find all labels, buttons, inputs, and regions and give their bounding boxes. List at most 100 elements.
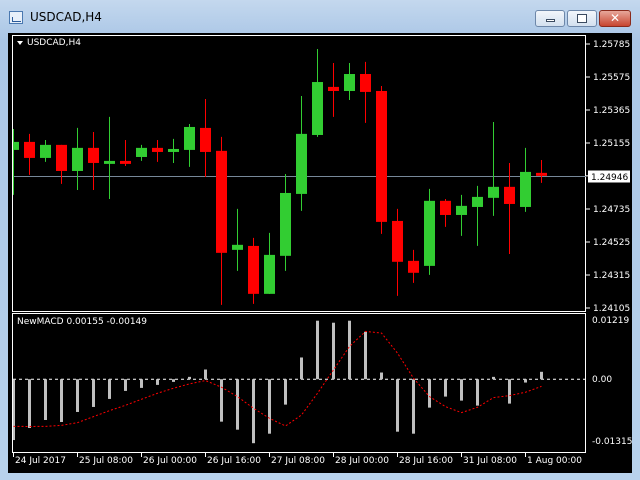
bull-candle xyxy=(296,133,307,194)
price-tick-label: 1.24525 xyxy=(593,238,630,248)
bear-candle xyxy=(200,127,211,152)
bull-candle xyxy=(264,254,275,294)
macd-tick-label: 0.01219 xyxy=(592,316,629,326)
macd-histogram-bar xyxy=(188,376,191,380)
macd-histogram-bar xyxy=(364,331,367,380)
macd-tick-label: 0.00 xyxy=(592,375,612,385)
minimize-button[interactable] xyxy=(535,10,565,27)
symbol-label: USDCAD,H4 xyxy=(27,38,81,48)
bear-candle xyxy=(328,86,339,91)
bear-candle xyxy=(392,220,403,262)
window-title: USDCAD,H4 xyxy=(30,10,102,24)
bear-candle xyxy=(56,144,67,171)
bull-candle xyxy=(344,74,355,91)
bear-candle xyxy=(376,90,387,222)
macd-histogram-bar xyxy=(380,372,383,380)
chart-area[interactable]: 1.25785 1.25575 1.25365 1.25155 1.24735 1.245… xyxy=(8,33,632,473)
macd-histogram-bar xyxy=(396,379,399,432)
macd-histogram-bar xyxy=(300,357,303,380)
macd-histogram-bar xyxy=(108,379,111,399)
macd-histogram-bar xyxy=(28,379,31,429)
macd-histogram-bar xyxy=(348,320,351,380)
macd-histogram-bar xyxy=(316,320,319,380)
bull-candle xyxy=(72,147,83,171)
macd-histogram-bar xyxy=(428,379,431,408)
time-label: 25 Jul 08:00 xyxy=(79,456,133,466)
bull-candle xyxy=(168,148,179,152)
macd-histogram-bar xyxy=(140,379,143,388)
current-price-label: 1.24946 xyxy=(591,173,628,183)
bear-candle xyxy=(24,141,35,158)
bear-candle xyxy=(248,245,259,294)
macd-histogram-bar xyxy=(284,379,287,405)
bull-candle xyxy=(232,244,243,250)
macd-histogram-bar xyxy=(508,379,511,404)
macd-histogram-bar xyxy=(76,379,79,412)
bull-candle xyxy=(280,192,291,256)
macd-histogram-bar xyxy=(268,379,271,434)
macd-histogram-bar xyxy=(156,379,159,385)
macd-histogram-bar xyxy=(412,379,415,434)
bull-candle xyxy=(472,196,483,207)
bear-candle xyxy=(536,172,547,176)
macd-histogram-bar xyxy=(92,379,95,407)
bear-candle xyxy=(440,200,451,215)
macd-tick-label: -0.01315 xyxy=(592,437,632,447)
chart-window-icon xyxy=(9,11,23,24)
macd-label: NewMACD 0.00155 -0.00149 xyxy=(17,317,147,327)
bear-candle xyxy=(408,260,419,273)
bull-candle xyxy=(312,82,323,135)
macd-histogram-bar xyxy=(124,379,127,391)
close-icon: ✕ xyxy=(609,11,621,25)
macd-histogram-bar xyxy=(220,379,223,422)
time-label: 26 Jul 16:00 xyxy=(207,456,261,466)
time-label: 27 Jul 08:00 xyxy=(271,456,325,466)
maximize-button[interactable] xyxy=(567,10,597,27)
dropdown-triangle-icon[interactable] xyxy=(17,41,23,45)
macd-histogram-bar xyxy=(60,379,63,422)
macd-histogram-bar xyxy=(444,379,447,397)
macd-histogram-bar xyxy=(492,376,495,380)
time-label: 24 Jul 2017 xyxy=(15,456,66,466)
bull-candle xyxy=(456,205,467,215)
bull-candle xyxy=(40,144,51,158)
macd-panel-border xyxy=(12,313,586,453)
bull-candle xyxy=(136,147,147,157)
close-button[interactable]: ✕ xyxy=(599,10,631,27)
bear-candle xyxy=(504,186,515,204)
macd-histogram-bar xyxy=(252,379,255,444)
macd-histogram-bar xyxy=(172,379,175,382)
price-tick-label: 1.25575 xyxy=(593,73,630,83)
price-tick-label: 1.25365 xyxy=(593,106,630,116)
bull-candle xyxy=(184,126,195,150)
bull-candle xyxy=(488,186,499,198)
chart-canvas[interactable]: 1.25785 1.25575 1.25365 1.25155 1.24735 1.245… xyxy=(8,33,632,473)
bear-candle xyxy=(120,160,131,164)
price-tick-label: 1.24105 xyxy=(593,304,630,314)
macd-histogram-bar xyxy=(540,371,543,380)
title-bar: USDCAD,H4 ✕ xyxy=(0,0,640,32)
macd-histogram-bar xyxy=(44,379,47,420)
time-label: 31 Jul 08:00 xyxy=(463,456,517,466)
bull-candle xyxy=(424,200,435,266)
macd-histogram-bar xyxy=(524,379,527,383)
time-label: 1 Aug 00:00 xyxy=(527,456,582,466)
macd-histogram-bar xyxy=(204,369,207,380)
macd-histogram-bar xyxy=(460,379,463,401)
macd-histogram-bar xyxy=(236,379,239,430)
bear-candle xyxy=(216,150,227,253)
bull-candle xyxy=(520,171,531,207)
price-tick-label: 1.24735 xyxy=(593,205,630,215)
price-tick-label: 1.24315 xyxy=(593,271,630,281)
price-tick-label: 1.25155 xyxy=(593,139,630,149)
macd-series xyxy=(13,320,585,444)
bear-candle xyxy=(88,147,99,163)
time-label: 28 Jul 16:00 xyxy=(399,456,453,466)
time-label: 26 Jul 00:00 xyxy=(143,456,197,466)
bull-candle xyxy=(13,141,19,150)
bear-candle xyxy=(360,74,371,92)
time-label: 28 Jul 00:00 xyxy=(335,456,389,466)
bull-candle xyxy=(104,160,115,164)
price-tick-label: 1.25785 xyxy=(593,40,630,50)
macd-histogram-bar xyxy=(476,379,479,406)
